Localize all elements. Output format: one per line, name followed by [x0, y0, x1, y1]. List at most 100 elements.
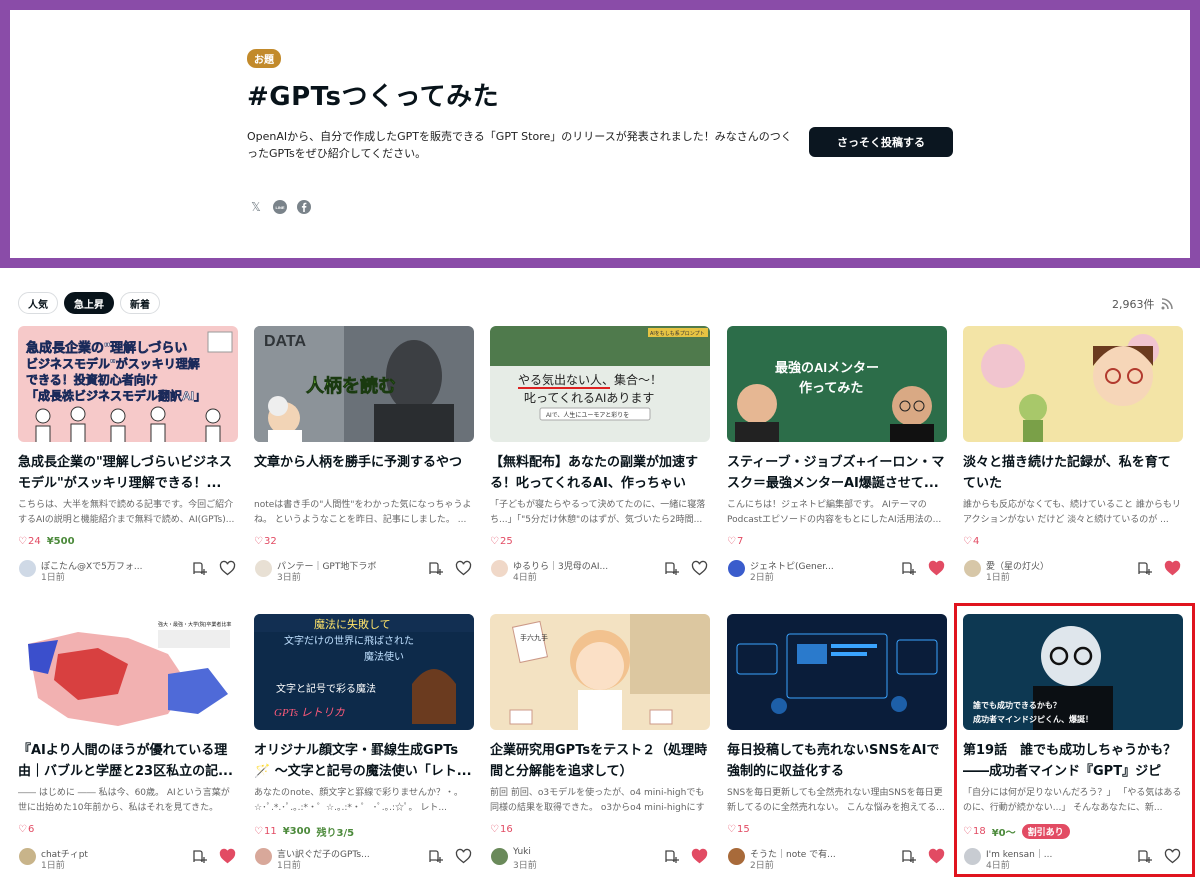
count-text: 2,963件 [1112, 298, 1155, 311]
like-count: 15 [727, 824, 750, 835]
article-title[interactable]: 文章から人柄を勝手に予測するやつ [254, 452, 474, 494]
tab-popular[interactable]: 人気 [18, 292, 58, 314]
article-title[interactable]: 急成長企業の"理解しづらいビジネスモデル"がスッキリ理解できる！... [18, 452, 238, 494]
article-footer: chatチィpt 1日前 [18, 847, 238, 871]
page-title: #GPTsつくってみた [247, 82, 500, 112]
avatar[interactable] [19, 560, 36, 577]
thumbnail-art: DATA 人柄を読む [254, 326, 474, 442]
tab-new[interactable]: 新着 [120, 292, 160, 314]
article-title[interactable]: 淡々と描き続けた記録が、私を育てていた [963, 452, 1183, 494]
like-count: 24 [18, 536, 41, 547]
article-excerpt: 「自分には何が足りないんだろう？」 「やる気はあるのに、行動が続かない...」 … [963, 788, 1182, 813]
article-card[interactable]: 手六九手 企業研究用GPTsをテスト２（処理時間と分解能を追求して） 前回 前回… [490, 614, 710, 874]
author-name[interactable]: Yuki [513, 847, 643, 857]
avatar[interactable] [255, 560, 272, 577]
article-title[interactable]: 【無料配布】あなたの副業が加速する！叱ってくれるAI、作っちゃいま... [490, 452, 710, 494]
article-title[interactable]: 企業研究用GPTsをテスト２（処理時間と分解能を追求して） [490, 740, 710, 782]
like-count: 6 [18, 824, 34, 835]
add-to-magazine-icon[interactable] [1136, 560, 1153, 577]
thumbnail-art [963, 326, 1183, 442]
article-card[interactable]: 最強のAIメンター 作ってみた スティーブ・ジョブズ+イーロン・マスク＝最強メン… [727, 326, 947, 586]
article-card[interactable]: 魔法に失敗して 文字だけの世界に飛ばされた 魔法使い 文字と記号で彩る魔法 GP… [254, 614, 474, 874]
article-card[interactable]: 誰でも成功できるかも？ 成功者マインドジピくん、爆誕！ 第19話 誰でも成功しち… [963, 614, 1183, 874]
article-stats: 6 [18, 824, 34, 835]
article-price: ¥300 [282, 826, 311, 837]
article-thumbnail[interactable]: DATA 人柄を読む [254, 326, 474, 442]
tab-trending[interactable]: 急上昇 [64, 292, 114, 314]
add-to-magazine-icon[interactable] [900, 848, 917, 865]
like-heart-icon[interactable] [219, 848, 236, 865]
avatar[interactable] [19, 848, 36, 865]
thumbnail-art: 強大・最強・大学(院)卒業者比率 [18, 614, 238, 730]
like-count: 25 [490, 536, 513, 547]
article-stats: 7 [727, 536, 743, 547]
avatar[interactable] [728, 848, 745, 865]
avatar[interactable] [491, 560, 508, 577]
article-excerpt: こんにちは！ジェネトピ編集部です。 AIテーマのPodcastエピソードの内容を… [727, 500, 942, 525]
like-heart-icon[interactable] [455, 560, 472, 577]
avatar[interactable] [491, 848, 508, 865]
article-stats: 32 [254, 536, 277, 547]
article-card[interactable]: 淡々と描き続けた記録が、私を育てていた 誰からも反応がなくても、続けていること … [963, 326, 1183, 586]
post-date: 2日前 [750, 861, 774, 871]
thumbnail-art: 急成長企業の"理解しづらい ビジネスモデル"がスッキリ理解 できる！投資初心者向… [18, 326, 238, 442]
add-to-magazine-icon[interactable] [427, 560, 444, 577]
article-card[interactable]: 急成長企業の"理解しづらい ビジネスモデル"がスッキリ理解 できる！投資初心者向… [18, 326, 238, 586]
like-heart-icon[interactable] [1164, 560, 1181, 577]
article-excerpt: こちらは、大半を無料で読める記事です。今回ご紹介するAIの説明と機能紹介まで無料… [18, 500, 235, 525]
avatar[interactable] [964, 848, 981, 865]
article-title[interactable]: 『AIより人間のほうが優れている理由｜バブルと学歴と23区私立の記... [18, 740, 238, 782]
article-thumbnail[interactable] [727, 614, 947, 730]
post-date: 2日前 [750, 573, 774, 583]
article-card[interactable]: DATA 人柄を読む 文章から人柄を勝手に予測するやつ noteは書き手の"人間… [254, 326, 474, 586]
article-card[interactable]: 毎日投稿しても売れないSNSをAIで強制的に収益化する SNSを毎日更新しても全… [727, 614, 947, 874]
avatar[interactable] [964, 560, 981, 577]
like-heart-icon[interactable] [928, 848, 945, 865]
article-excerpt: あなたのnote、顔文字と罫線で彩りませんか？・｡ ☆･ﾟ.*.･ﾟ.｡.:*・… [254, 788, 459, 813]
hashtag-hero: お題 #GPTsつくってみた OpenAIから、自分で作成したGPTを販売できる… [0, 0, 1200, 268]
post-now-button[interactable]: さっそく投稿する [809, 127, 953, 157]
article-thumbnail[interactable]: 強大・最強・大学(院)卒業者比率 [18, 614, 238, 730]
article-thumbnail[interactable]: 魔法に失敗して 文字だけの世界に飛ばされた 魔法使い 文字と記号で彩る魔法 GP… [254, 614, 474, 730]
article-title[interactable]: 第19話 誰でも成功しちゃうかも？――成功者マインド『GPT』ジピく... [963, 740, 1183, 782]
like-heart-icon[interactable] [691, 848, 708, 865]
like-heart-icon[interactable] [219, 560, 236, 577]
add-to-magazine-icon[interactable] [663, 848, 680, 865]
svg-text:叱ってくれるAIあります: 叱ってくれるAIあります [524, 391, 654, 405]
sort-tabs: 人気 急上昇 新着 [18, 292, 160, 314]
post-date: 3日前 [513, 861, 537, 871]
article-thumbnail[interactable]: 最強のAIメンター 作ってみた [727, 326, 947, 442]
article-thumbnail[interactable]: 手六九手 [490, 614, 710, 730]
article-thumbnail[interactable]: 誰でも成功できるかも？ 成功者マインドジピくん、爆誕！ [963, 614, 1183, 730]
article-thumbnail[interactable] [963, 326, 1183, 442]
add-to-magazine-icon[interactable] [191, 560, 208, 577]
add-to-magazine-icon[interactable] [1136, 848, 1153, 865]
article-title[interactable]: 毎日投稿しても売れないSNSをAIで強制的に収益化する [727, 740, 947, 782]
svg-text:最強のAIメンター: 最強のAIメンター [775, 360, 879, 375]
article-thumbnail[interactable]: AIをもしも系プロンプト やる気出ない人、集合〜！ 叱ってくれるAIあります A… [490, 326, 710, 442]
avatar[interactable] [728, 560, 745, 577]
post-date: 1日前 [41, 573, 65, 583]
article-stats: 11 ¥300 残り3/5 [254, 824, 354, 839]
add-to-magazine-icon[interactable] [663, 560, 680, 577]
add-to-magazine-icon[interactable] [427, 848, 444, 865]
facebook-icon[interactable] [297, 200, 311, 214]
article-title[interactable]: スティーブ・ジョブズ+イーロン・マスク＝最強メンターAI爆誕させて... [727, 452, 947, 494]
article-thumbnail[interactable]: 急成長企業の"理解しづらい ビジネスモデル"がスッキリ理解 できる！投資初心者向… [18, 326, 238, 442]
rss-icon[interactable] [1161, 298, 1173, 310]
x-icon[interactable]: 𝕏 [249, 200, 263, 214]
article-card[interactable]: AIをもしも系プロンプト やる気出ない人、集合〜！ 叱ってくれるAIあります A… [490, 326, 710, 586]
like-heart-icon[interactable] [1164, 848, 1181, 865]
add-to-magazine-icon[interactable] [900, 560, 917, 577]
article-title[interactable]: オリジナル顔文字・罫線生成GPTs🪄 〜文字と記号の魔法使い「レト... [254, 740, 474, 782]
add-to-magazine-icon[interactable] [191, 848, 208, 865]
like-count: 11 [254, 826, 277, 837]
like-heart-icon[interactable] [928, 560, 945, 577]
like-heart-icon[interactable] [455, 848, 472, 865]
avatar[interactable] [255, 848, 272, 865]
svg-text:できる！投資初心者向け: できる！投資初心者向け [26, 372, 158, 387]
article-card[interactable]: 強大・最強・大学(院)卒業者比率 『AIより人間のほうが優れている理由｜バブルと… [18, 614, 238, 874]
thumbnail-art [727, 614, 947, 730]
line-icon[interactable]: LINE [273, 200, 287, 214]
like-heart-icon[interactable] [691, 560, 708, 577]
